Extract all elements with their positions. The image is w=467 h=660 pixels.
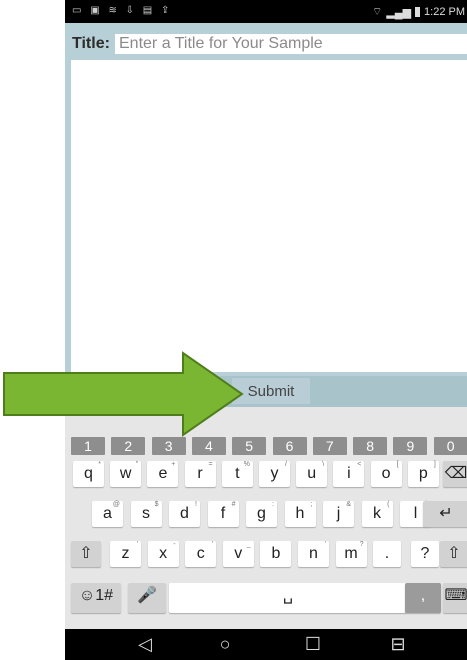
key-0[interactable]: 0 [433,437,467,455]
key-comma[interactable]: , [405,583,441,613]
navigation-bar: ◁ ○ ☐ ⊟ [65,629,467,660]
key-alt-label: + [171,461,176,468]
key-x[interactable]: x- [147,541,179,567]
key-f[interactable]: f # [207,501,239,527]
signal-icon: ▂▄▆ [386,6,412,19]
key-alt-label: # [231,501,236,508]
key-alt-label: ; [310,501,313,508]
key-alt-label: $ [154,501,159,508]
voice-input-key[interactable]: 🎤 [128,583,166,613]
key-6[interactable]: 6 [272,437,307,455]
key-i[interactable]: i < [333,461,365,487]
key-alt-label: * [98,461,101,468]
key-alt-label: = [208,461,213,468]
key-k[interactable]: k( [361,501,393,527]
key-j[interactable]: j & [323,501,354,527]
key-u[interactable]: u \ [296,461,328,487]
key-z[interactable]: z ' [110,541,141,567]
key-alt-label: ' [211,541,214,548]
key-alt-label: \ [322,461,325,468]
key-t[interactable]: t% [221,461,253,487]
key-alt-label: & [346,501,351,508]
keyboard-settings-key[interactable]: ⌨ [443,583,467,613]
backspace-key[interactable]: ⌫ [443,461,467,487]
back-icon[interactable]: ◁ [130,634,160,654]
key-v[interactable]: v _ [222,541,254,567]
key-alt-label: [ [396,461,399,468]
key-7[interactable]: 7 [312,437,347,455]
key-alt-label: < [357,461,362,468]
key-alt-label: % [243,461,250,468]
key-alt-label: ( [387,501,390,508]
multiwindow-icon[interactable]: ⊟ [383,634,413,654]
status-bar: ▭ ▣ ≋ ⇩ ▤ ⇪ ⌔ ▂▄▆ 1:22 PM [65,0,467,23]
key-period[interactable]: . [373,541,401,567]
key-w[interactable]: w " [110,461,142,487]
clock: 1:22 PM [424,6,465,18]
key-c[interactable]: c ' [185,541,217,567]
sample-body-textarea[interactable] [71,60,467,372]
key-question[interactable]: ? [411,541,439,567]
key-y[interactable]: y / [259,461,290,487]
key-alt-label: ' [136,541,138,548]
key-s[interactable]: s $ [130,501,162,527]
space-key[interactable]: ␣ [169,583,407,613]
status-right: ⌔ ▂▄▆ 1:22 PM [372,5,465,19]
shift-key-right[interactable]: ⇧ [440,541,467,567]
home-icon[interactable]: ○ [210,634,240,654]
key-alt-label: - [173,541,176,548]
wifi-icon: ⌔ [371,6,383,18]
recents-icon[interactable]: ☐ [298,634,328,654]
key-alt-label: @ [112,501,120,508]
symbols-key[interactable]: ☺1# [71,583,121,613]
key-alt-label: " [135,461,139,468]
key-e[interactable]: e + [147,461,179,487]
arrow-pointer-icon [3,351,244,437]
title-input[interactable] [115,34,467,54]
shift-key-left[interactable]: ⇧ [71,541,101,567]
key-alt-label: ? [359,541,364,548]
key-o[interactable]: o[ [370,461,402,487]
device-screen: ▭ ▣ ≋ ⇩ ▤ ⇪ ⌔ ▂▄▆ 1:22 PM Title: Submit … [65,0,467,660]
key-alt-label: ] [433,461,436,468]
enter-key[interactable]: ↵ [423,501,467,527]
key-h[interactable]: h; [284,501,316,527]
key-a[interactable]: a @ [92,501,123,527]
key-b[interactable]: b [260,541,292,567]
key-alt-label: ! [195,501,197,508]
soft-keyboard: 1 2 3 4 5 6 7 8 9 0 q * w " e + r = t% y / u \ i < o[p] ⌫ a @ s $ d! f # g… [65,431,467,629]
key-alt-label: _ [246,541,251,548]
battery-icon [415,7,421,17]
key-alt-label: : [272,501,274,508]
key-m[interactable]: m? [335,541,367,567]
key-p[interactable]: p] [407,461,439,487]
key-n[interactable]: n ' [298,541,329,567]
key-r[interactable]: r = [184,461,216,487]
title-label: Title: [72,35,110,52]
title-row: Title: [65,30,467,57]
key-alt-label: ' [324,541,326,548]
notification-icons: ▭ ▣ ≋ ⇩ ▤ ⇪ [72,5,173,16]
key-d[interactable]: d! [169,501,200,527]
key-g[interactable]: g: [246,501,277,527]
key-alt-label: / [285,461,287,468]
key-q[interactable]: q * [73,461,104,487]
